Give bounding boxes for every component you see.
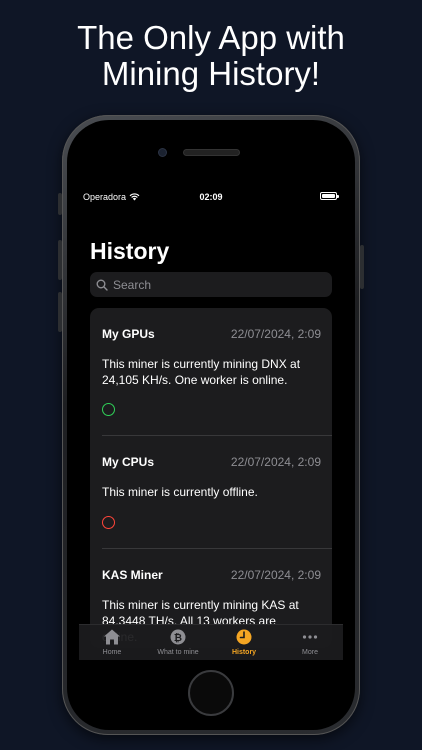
home-button[interactable]: [188, 670, 234, 716]
tab-history[interactable]: History: [211, 625, 277, 660]
miner-name: My GPUs: [102, 327, 155, 341]
promo-line-1: The Only App with: [77, 19, 345, 56]
miner-name: KAS Miner: [102, 568, 163, 582]
tab-home[interactable]: Home: [79, 625, 145, 660]
search-input[interactable]: Search: [90, 272, 332, 297]
miner-timestamp: 22/07/2024, 2:09: [230, 568, 321, 582]
battery-icon: [320, 192, 339, 200]
bitcoin-icon: ₿: [170, 629, 186, 645]
clock-icon: [236, 629, 252, 645]
status-indicator-icon: [102, 403, 115, 416]
miner-description: This miner is currently mining DNX at 24…: [102, 357, 301, 387]
history-item[interactable]: My CPUs 22/07/2024, 2:09 This miner is c…: [90, 436, 332, 549]
promo-line-2: Mining History!: [101, 55, 321, 92]
tab-label: More: [302, 649, 318, 656]
tab-label: Home: [102, 649, 122, 656]
miner-timestamp: 22/07/2024, 2:09: [230, 327, 321, 341]
search-placeholder: Search: [113, 277, 152, 292]
status-indicator-icon: [102, 516, 115, 529]
tab-what-to-mine[interactable]: ₿ What to mine: [145, 625, 211, 660]
promo-title: The Only App with Mining History!: [0, 20, 422, 92]
ellipsis-icon: [302, 635, 318, 639]
front-camera: [159, 149, 166, 156]
mute-switch: [58, 193, 62, 215]
status-time: 02:09: [199, 192, 223, 202]
tab-more[interactable]: More: [277, 625, 343, 660]
power-button: [360, 245, 364, 289]
history-list: My GPUs 22/07/2024, 2:09 This miner is c…: [90, 308, 332, 648]
miner-description: This miner is currently offline.: [102, 485, 258, 499]
earpiece-speaker: [184, 150, 239, 155]
house-icon: [104, 629, 120, 645]
volume-down-button: [58, 292, 62, 332]
miner-timestamp: 22/07/2024, 2:09: [230, 455, 321, 469]
page-title: History: [90, 238, 170, 264]
svg-text:₿: ₿: [174, 632, 182, 644]
history-item[interactable]: My GPUs 22/07/2024, 2:09 This miner is c…: [90, 308, 332, 436]
tab-label: What to mine: [157, 649, 199, 656]
status-bar: Operadora 02:09: [79, 188, 343, 204]
volume-up-button: [58, 240, 62, 280]
tab-label: History: [231, 649, 257, 656]
search-icon: [96, 279, 108, 291]
miner-name: My CPUs: [102, 455, 155, 469]
tab-bar: Home ₿ What to mine History More: [79, 624, 343, 660]
phone-screen: Operadora 02:09 History Search My GPUs 2…: [79, 188, 343, 660]
